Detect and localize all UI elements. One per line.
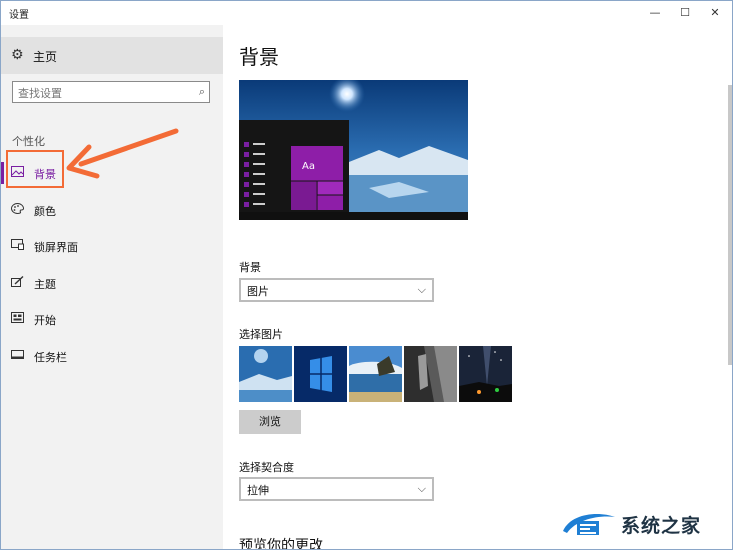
scrollbar[interactable] [728,85,732,365]
browse-button[interactable]: 浏览 [239,410,301,434]
background-label: 背景 [239,261,261,274]
minimize-button[interactable]: — [640,1,670,25]
background-dropdown-value: 图片 [247,285,269,298]
maximize-button[interactable]: ☐ [670,1,700,25]
settings-window: 设置 — ☐ ✕ ⚙ 主页 ⌕ 个性化 背景 颜色 锁屏界面 主 [0,0,733,550]
thumbnail-image [294,346,347,402]
picture-thumbnail[interactable] [459,346,512,402]
sidebar-item-color[interactable]: 颜色 [1,195,223,225]
chevron-down-icon: ⌵ [417,283,426,296]
choose-picture-label: 选择图片 [239,328,283,341]
active-indicator [1,162,4,184]
fit-dropdown-value: 拉伸 [247,484,269,497]
watermark-logo-icon [563,513,615,535]
sidebar-item-label: 主题 [34,278,56,291]
search-input[interactable] [13,83,188,104]
picture-thumbnail[interactable] [404,346,457,402]
picture-thumbnail[interactable] [349,346,402,402]
home-button[interactable]: ⚙ 主页 [1,37,223,74]
sidebar-item-lock-screen[interactable]: 锁屏界面 [1,231,223,261]
preview-tile-text: Aa [302,161,315,172]
fit-dropdown[interactable]: 拉伸 ⌵ [239,477,434,501]
search-icon: ⌕ [198,85,205,98]
sidebar-item-themes[interactable]: 主题 [1,268,223,298]
window-title: 设置 [9,10,29,21]
thumbnail-image [239,346,292,402]
section-label: 个性化 [12,135,45,148]
thumbnail-image [349,346,402,402]
sidebar: ⚙ 主页 ⌕ 个性化 背景 颜色 锁屏界面 主题 开始 [1,25,223,549]
main-content: 背景 Aa 背景 图片 ⌵ 选择图片 浏览 选择契合度 拉伸 ⌵ 预览你的更改 [223,25,732,549]
title-bar: 设置 — ☐ ✕ [1,1,732,25]
start-icon [11,312,24,323]
thumbnail-image [404,346,457,402]
palette-icon [11,203,24,214]
search-box[interactable]: ⌕ [12,81,210,104]
chevron-down-icon: ⌵ [417,482,426,495]
picture-thumbnail[interactable] [294,346,347,402]
sidebar-item-label: 颜色 [34,205,56,218]
sidebar-item-label: 任务栏 [34,351,67,364]
home-label: 主页 [33,50,58,64]
lock-screen-icon [11,239,24,250]
gear-icon: ⚙ [11,47,24,63]
background-preview: Aa [239,80,468,220]
close-button[interactable]: ✕ [700,1,730,25]
thumbnail-image [459,346,512,402]
sidebar-item-label: 锁屏界面 [34,241,78,254]
site-watermark: 系统之家 [559,507,724,541]
theme-brush-icon [11,276,24,287]
sidebar-item-start[interactable]: 开始 [1,304,223,334]
preview-changes-heading: 预览你的更改 [239,538,323,550]
fit-label: 选择契合度 [239,461,294,474]
sidebar-item-taskbar[interactable]: 任务栏 [1,341,223,371]
page-title: 背景 [239,45,279,69]
background-dropdown[interactable]: 图片 ⌵ [239,278,434,302]
taskbar-icon [11,350,24,359]
picture-thumbnail[interactable] [239,346,292,402]
watermark-text: 系统之家 [621,515,702,537]
annotation-highlight-box [6,150,64,188]
preview-image: Aa [239,80,468,220]
annotation-arrow-icon [66,128,179,179]
sidebar-item-label: 开始 [34,314,56,327]
